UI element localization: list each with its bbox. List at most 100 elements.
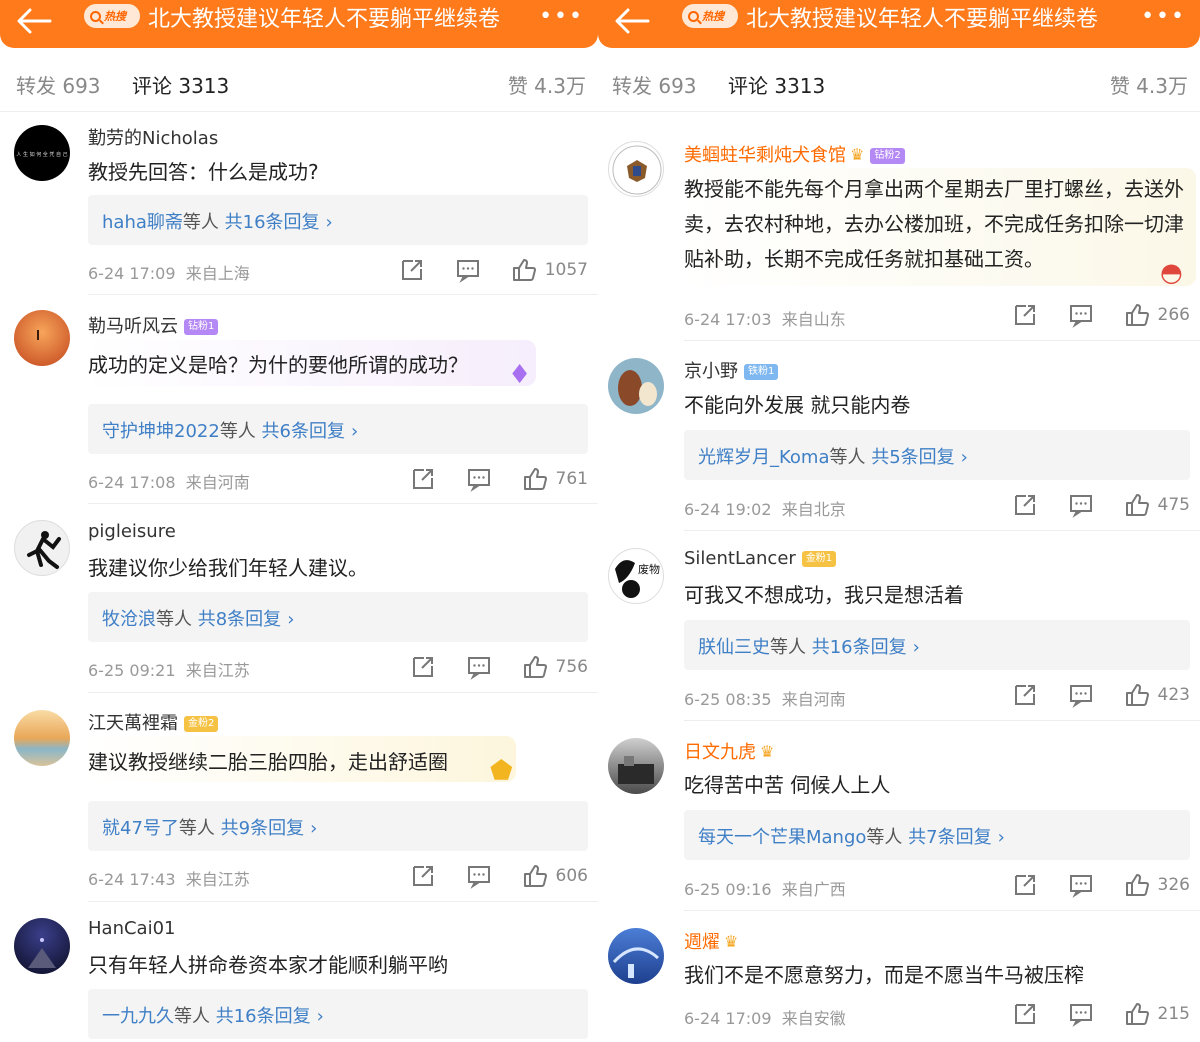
watermelon-icon: ◓ [1160, 258, 1183, 288]
comment-actions: 475 [982, 492, 1190, 518]
chevron-right-icon: › [310, 818, 318, 839]
reply-count[interactable]: 共16条回复 [225, 212, 320, 233]
tab-comment[interactable]: 评论 3313 [728, 70, 825, 99]
hot-search-tag[interactable]: 热搜 [84, 4, 140, 28]
comment-actions: 423 [982, 682, 1190, 708]
back-arrow-icon[interactable] [612, 6, 652, 36]
avatar[interactable] [608, 358, 664, 414]
like-count: 1057 [544, 260, 588, 280]
share-icon[interactable] [1012, 1001, 1038, 1027]
like-icon[interactable] [1124, 492, 1150, 518]
comment-icon[interactable] [1068, 682, 1094, 708]
avatar[interactable] [608, 738, 664, 794]
reply-summary[interactable]: 朕仙三史等人 共16条回复 › [684, 620, 1190, 670]
comment-icon[interactable] [466, 466, 492, 492]
comment-author[interactable]: 勒马听风云 钻粉1 [88, 312, 219, 338]
fan-badge: 金粉1 [801, 551, 837, 567]
comment-icon[interactable] [1068, 1001, 1094, 1027]
crown-icon: ♛ [760, 742, 775, 761]
comment-text: 我建议你少给我们年轻人建议。 [88, 556, 368, 580]
like-icon[interactable] [1124, 872, 1150, 898]
comment-icon[interactable] [466, 654, 492, 680]
avatar[interactable] [608, 141, 664, 197]
comment-text: 教授能不能先每个月拿出两个星期去厂里打螺丝，去送外卖，去农村种地，去办公楼加班，… [684, 177, 1184, 271]
comment-meta: 6-24 17:43 来自江苏 [88, 870, 250, 889]
share-icon[interactable] [1012, 492, 1038, 518]
like-count: 606 [555, 866, 588, 886]
reply-summary[interactable]: 每天一个芒果Mango等人 共7条回复 › [684, 810, 1190, 860]
more-icon[interactable]: ••• [1141, 6, 1186, 28]
crown-icon: ♛ [724, 932, 739, 951]
like-count: 423 [1157, 685, 1190, 705]
reply-summary[interactable]: 牧沧浪等人 共8条回复 › [88, 592, 588, 642]
share-icon[interactable] [410, 863, 436, 889]
reply-summary[interactable]: 一九九久等人 共16条回复 › [88, 989, 588, 1039]
comment-author[interactable]: pigleisure [88, 521, 176, 542]
more-icon[interactable]: ••• [539, 6, 584, 28]
avatar[interactable] [14, 710, 70, 766]
gem-icon: ⬟ [490, 756, 513, 786]
like-icon[interactable] [1124, 682, 1150, 708]
tab-like[interactable]: 赞 4.3万 [1110, 70, 1188, 99]
chevron-right-icon: › [325, 212, 333, 233]
comment-author[interactable]: 京小野 铁粉1 [684, 357, 779, 383]
comment-author[interactable]: 美蝈蛀华剩炖犬食馆 ♛ 钻粉2 [684, 141, 905, 167]
avatar[interactable]: 废物 [608, 548, 664, 604]
crown-icon: ♛ [850, 145, 865, 164]
share-icon[interactable] [1012, 682, 1038, 708]
share-icon[interactable] [1012, 302, 1038, 328]
chevron-right-icon: › [351, 421, 359, 442]
comment-meta: 6-24 17:08 来自河南 [88, 473, 250, 492]
comment-icon[interactable] [1068, 492, 1094, 518]
hot-search-tag[interactable]: 热搜 [682, 4, 738, 28]
divider [88, 692, 598, 693]
comment-text: 吃得苦中苦 伺候人上人 [684, 773, 891, 797]
reply-user-link[interactable]: haha聊斋 [102, 212, 183, 233]
comment-text: 成功的定义是哈？为什的要他所谓的成功？ [88, 353, 468, 377]
tab-repost[interactable]: 转发 693 [16, 70, 101, 99]
share-icon[interactable] [399, 257, 425, 283]
comment-icon[interactable] [1068, 302, 1094, 328]
avatar[interactable] [14, 918, 70, 974]
comment-author[interactable]: 日文九虎 ♛ [684, 738, 774, 764]
tab-like[interactable]: 赞 4.3万 [508, 70, 586, 99]
comment-icon[interactable] [455, 257, 481, 283]
top-bar: 热搜 北大教授建议年轻人不要躺平继续卷 ••• [0, 0, 598, 48]
like-icon[interactable] [511, 257, 537, 283]
like-icon[interactable] [1124, 302, 1150, 328]
reply-summary[interactable]: 光辉岁月_Koma等人 共5条回复 › [684, 430, 1190, 480]
share-icon[interactable] [410, 466, 436, 492]
reply-summary[interactable]: haha聊斋等人 共16条回复 › [88, 195, 588, 245]
like-icon[interactable] [522, 654, 548, 680]
reply-summary[interactable]: 就47号了等人 共9条回复 › [88, 801, 588, 851]
comment-author[interactable]: 江天萬裡霜 金粉2 [88, 709, 219, 735]
reply-summary[interactable]: 守护坤坤2022等人 共6条回复 › [88, 404, 588, 454]
comment-text: 可我又不想成功，我只是想活着 [684, 583, 964, 607]
avatar[interactable] [14, 520, 70, 576]
like-icon[interactable] [522, 863, 548, 889]
comment-author[interactable]: 勤劳的Nicholas [88, 124, 218, 150]
like-icon[interactable] [522, 466, 548, 492]
avatar[interactable] [608, 928, 664, 984]
comment-meta: 6-25 09:21 来自江苏 [88, 661, 250, 680]
like-icon[interactable] [1124, 1001, 1150, 1027]
top-bar: 热搜 北大教授建议年轻人不要躺平继续卷 ••• [598, 0, 1200, 48]
comment-author[interactable]: 週燿 ♛ [684, 928, 738, 954]
share-icon[interactable] [1012, 872, 1038, 898]
divider [684, 720, 1200, 721]
back-arrow-icon[interactable] [14, 6, 54, 36]
tab-repost[interactable]: 转发 693 [612, 70, 697, 99]
comment-text: 我们不是不愿意努力，而是不愿当牛马被压榨 [684, 963, 1084, 987]
comment-icon[interactable] [1068, 872, 1094, 898]
share-icon[interactable] [410, 654, 436, 680]
comment-text: 不能向外发展 就只能内卷 [684, 393, 911, 417]
comment-icon[interactable] [466, 863, 492, 889]
divider [684, 340, 1200, 341]
avatar[interactable]: 人 生 如 何 全 凭 自 己 [14, 125, 70, 181]
comment-author[interactable]: SilentLancer 金粉1 [684, 548, 837, 569]
comment-author[interactable]: HanCai01 [88, 918, 175, 939]
left-screen: 热搜 北大教授建议年轻人不要躺平继续卷 ••• 转发 693 评论 3313 赞… [0, 0, 598, 1042]
tab-comment[interactable]: 评论 3313 [132, 70, 229, 99]
avatar[interactable] [14, 310, 70, 366]
comment-meta: 6-25 08:35 来自河南 [684, 690, 846, 709]
